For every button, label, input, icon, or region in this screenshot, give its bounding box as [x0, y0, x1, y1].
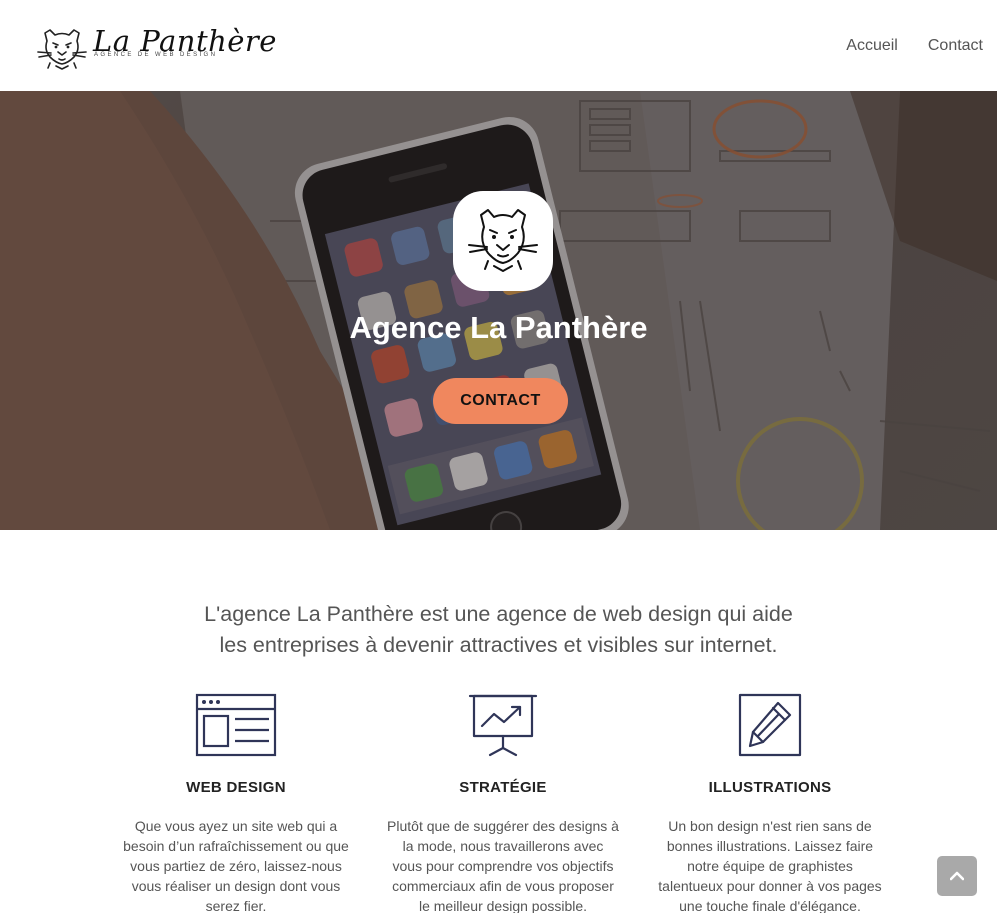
- service-title: WEB DESIGN: [186, 779, 286, 796]
- main-nav: Accueil Contact: [846, 37, 983, 55]
- presentation-chart-icon: [468, 694, 538, 757]
- service-description: Que vous ayez un site web qui a besoin d…: [123, 818, 349, 913]
- service-description: Un bon design n'est rien sans de bonnes …: [658, 818, 882, 913]
- hero-title: Agence La Panthère: [349, 310, 648, 345]
- intro-line-2: les entreprises à devenir attractives et…: [219, 633, 778, 657]
- intro-line-1: L'agence La Panthère est une agence de w…: [204, 602, 793, 626]
- web-layout-icon: [195, 693, 277, 757]
- hero-emblem: [453, 191, 553, 291]
- service-illustrations: ILLUSTRATIONS Un bon design n'est rien s…: [645, 693, 895, 913]
- hero-section: Agence La Panthère CONTACT: [0, 91, 997, 530]
- service-description: Plutôt que de suggérer des designs à la …: [387, 818, 619, 913]
- contact-button[interactable]: CONTACT: [433, 378, 568, 424]
- site-header: La Panthère AGENCE DE WEB DESIGN Accueil…: [0, 0, 997, 91]
- intro-text: L'agence La Panthère est une agence de w…: [0, 599, 997, 661]
- logo-tagline: AGENCE DE WEB DESIGN: [94, 52, 218, 58]
- scroll-to-top-button[interactable]: [937, 856, 977, 896]
- service-title: STRATÉGIE: [459, 779, 547, 796]
- service-web-design: WEB DESIGN Que vous ayez un site web qui…: [111, 693, 361, 913]
- site-logo[interactable]: La Panthère AGENCE DE WEB DESIGN: [36, 24, 276, 72]
- service-title: ILLUSTRATIONS: [708, 779, 832, 796]
- panther-logo-icon: [37, 29, 87, 70]
- nav-link-contact[interactable]: Contact: [928, 37, 983, 55]
- nav-link-accueil[interactable]: Accueil: [846, 37, 898, 55]
- pencil-icon: [738, 693, 802, 757]
- service-strategie: STRATÉGIE Plutôt que de suggérer des des…: [378, 693, 628, 913]
- panther-head-icon: [468, 209, 538, 272]
- chevron-up-icon: [950, 871, 964, 881]
